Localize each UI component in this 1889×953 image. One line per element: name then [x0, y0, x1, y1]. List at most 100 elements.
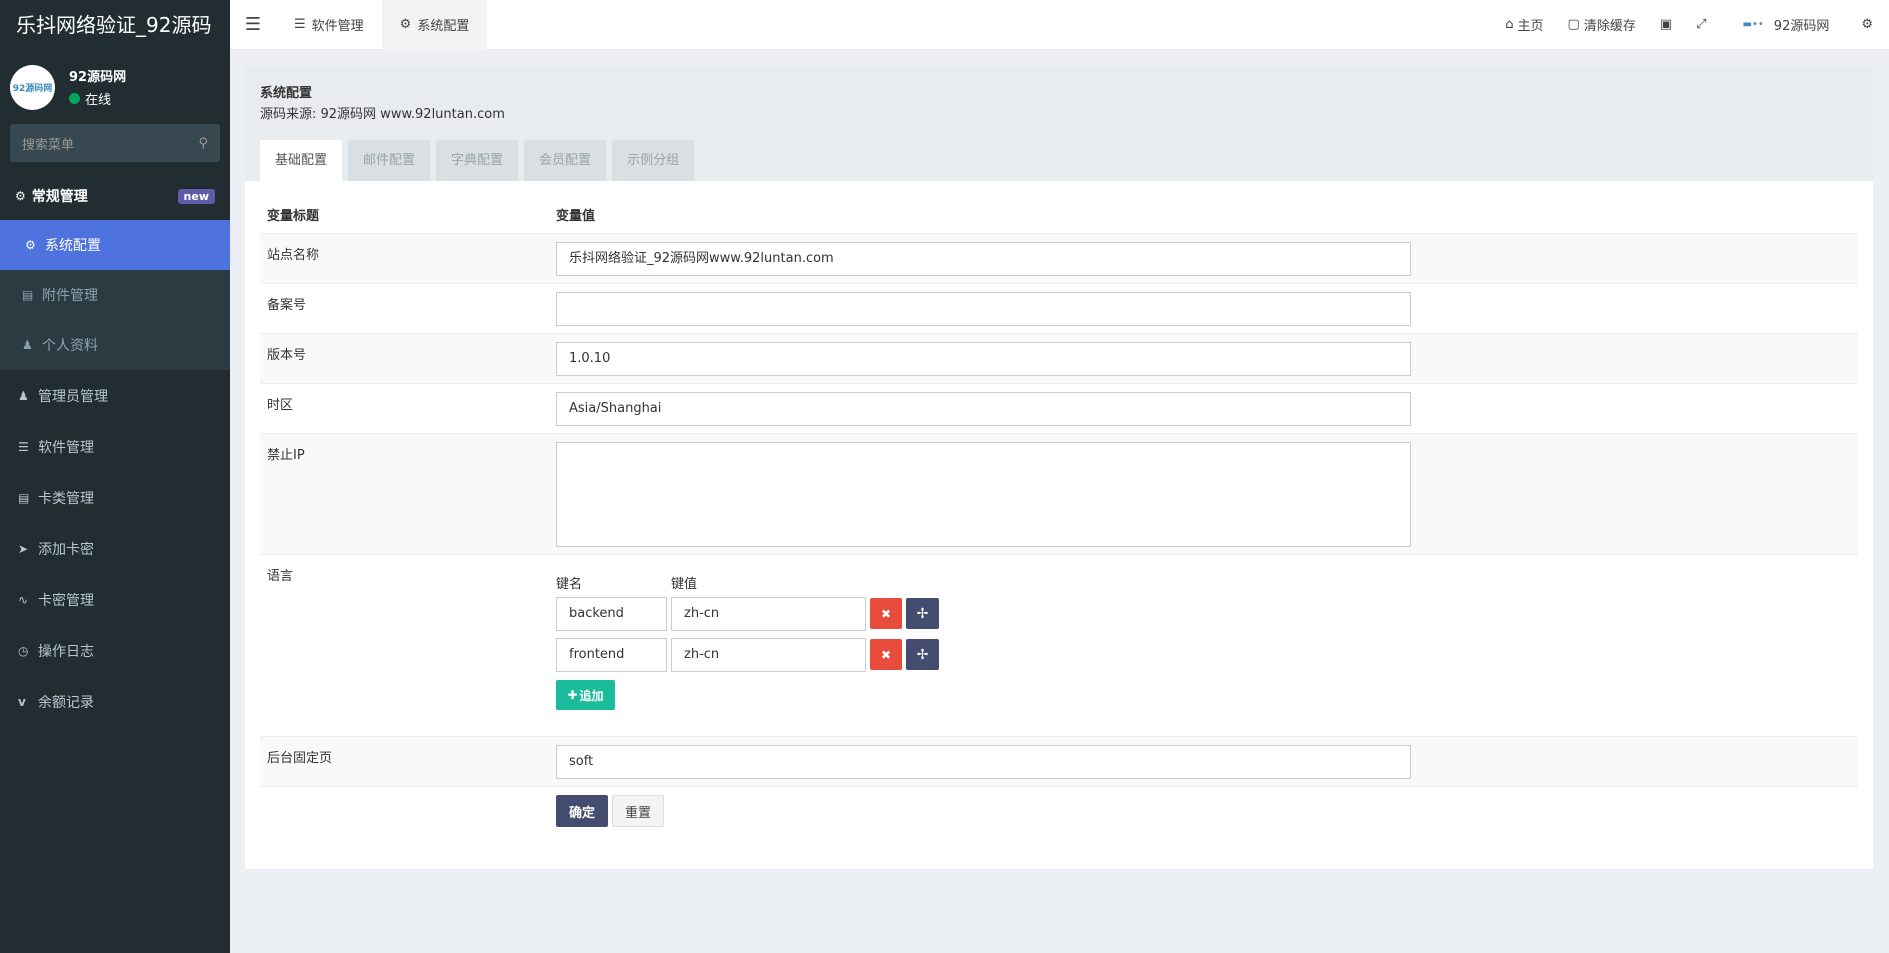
home-icon: ⌂	[1505, 17, 1514, 32]
remove-row-button[interactable]: ✖	[870, 598, 902, 629]
drag-row-button[interactable]: ✢	[906, 639, 939, 670]
form-actions: 确定 重置	[260, 786, 1858, 836]
card-list-icon: ▤	[18, 490, 30, 505]
tab-label: 软件管理	[311, 19, 364, 34]
home-label: 主页	[1517, 19, 1544, 34]
sidebar-item-label: 添加卡密	[38, 541, 94, 558]
sidebar-item-system-config[interactable]: ⚙ 系统配置	[0, 220, 230, 270]
field-label: 站点名称	[267, 248, 320, 263]
table-row: 站点名称 乐抖网络验证_92源码网www.92luntan.com	[260, 233, 1858, 283]
sidebar-item-card-manage[interactable]: ∿ 卡密管理	[0, 574, 230, 625]
append-row-button[interactable]: ✚ 追加	[556, 680, 615, 710]
append-label: 追加	[579, 688, 604, 703]
app-logo[interactable]: 乐抖网络验证_92源码	[0, 0, 230, 50]
table-row: 时区 Asia/Shanghai	[260, 383, 1858, 433]
table-row: 备案号	[260, 283, 1858, 333]
sidebar-submenu: ⚙ 系统配置 ▤ 附件管理 ♟ 个人资料	[0, 220, 230, 370]
sidebar-item-profile[interactable]: ♟ 个人资料	[0, 320, 230, 370]
forbidden-ip-textarea[interactable]	[556, 442, 1411, 547]
reset-button[interactable]: 重置	[612, 795, 664, 827]
sidebar-item-label: 余额记录	[38, 694, 94, 711]
paper-plane-icon: ➤	[18, 541, 29, 556]
vimeo-icon: v	[18, 694, 26, 709]
avatar: 92源码网	[10, 64, 55, 110]
key-value-header: 键值	[671, 577, 698, 592]
tab-software-manage[interactable]: ☰ 软件管理	[276, 0, 382, 50]
column-header-title: 变量标题	[267, 209, 320, 224]
table-header-row: 变量标题 变量值	[260, 181, 1858, 233]
settings-button[interactable]: ⚙	[1841, 17, 1889, 32]
tab-basic-config[interactable]: 基础配置	[260, 140, 343, 181]
field-label: 禁止IP	[267, 448, 305, 463]
confirm-button[interactable]: 确定	[556, 795, 608, 827]
trash-icon: ▢	[1567, 17, 1580, 32]
kv-key-input[interactable]: backend	[556, 597, 667, 631]
sidebar-item-software[interactable]: ☰ 软件管理	[0, 421, 230, 472]
gears-icon: ⚙	[1861, 17, 1873, 32]
gear-icon: ⚙	[399, 17, 412, 32]
user-icon: ♟	[22, 338, 33, 352]
close-icon: ✖	[880, 606, 892, 621]
new-badge: new	[177, 188, 215, 204]
table-row: 版本号 1.0.10	[260, 333, 1858, 383]
sidebar-item-label: 系统配置	[45, 238, 101, 254]
user-menu-label: 92源码网	[1773, 19, 1830, 34]
beian-input[interactable]	[556, 292, 1411, 326]
tab-dictionary-config[interactable]: 字典配置	[436, 140, 519, 181]
sidebar-item-add-card[interactable]: ➤ 添加卡密	[0, 523, 230, 574]
drag-row-button[interactable]: ✢	[906, 598, 939, 629]
page-subtitle: 源码来源: 92源码网 www.92luntan.com	[260, 107, 505, 122]
tab-system-config[interactable]: ⚙ 系统配置	[381, 0, 488, 50]
user-panel: 92源码网 92源码网 在线	[0, 50, 230, 124]
config-tabs: 基础配置 邮件配置 字典配置 会员配置 示例分组	[260, 140, 700, 181]
fixed-page-input[interactable]: soft	[556, 745, 1411, 779]
field-label: 语言	[267, 569, 294, 584]
page-title: 系统配置	[260, 86, 313, 101]
sidebar: 乐抖网络验证_92源码 92源码网 92源码网 在线 搜索菜单 ⚲ ⚙ 常规管理…	[0, 0, 230, 953]
clock-icon: ◷	[18, 643, 29, 658]
list-icon: ☰	[294, 17, 306, 32]
sidebar-item-label: 卡密管理	[38, 592, 94, 609]
sidebar-group-general[interactable]: ⚙ 常规管理 new	[0, 172, 230, 220]
sidebar-item-logs[interactable]: ◷ 操作日志	[0, 625, 230, 676]
plus-icon: ✚	[567, 688, 578, 702]
sidebar-item-admin[interactable]: ♟ 管理员管理	[0, 370, 230, 421]
user-menu[interactable]: ▬•• 92源码网	[1719, 15, 1842, 34]
top-navbar: ☰ ☰ 软件管理 ⚙ 系统配置 ⌂ 主页 ▢ 清除缓存 ▣ ⤢ ▬•• 92源码…	[230, 0, 1889, 50]
menu-search-input[interactable]: 搜索菜单 ⚲	[10, 124, 220, 162]
image-icon: ▤	[22, 288, 34, 302]
user-info: 92源码网 在线	[69, 66, 126, 108]
kv-value-input[interactable]: zh-cn	[671, 597, 866, 631]
clear-cache-button[interactable]: ▢ 清除缓存	[1556, 15, 1648, 34]
translate-button[interactable]: ▣	[1648, 17, 1684, 32]
search-icon[interactable]: ⚲	[198, 136, 208, 151]
kv-row: frontend zh-cn ✖ ✢	[556, 638, 939, 672]
content-header: 系统配置 源码来源: 92源码网 www.92luntan.com 基础配置 邮…	[245, 66, 1873, 181]
site-name-input[interactable]: 乐抖网络验证_92源码网www.92luntan.com	[556, 242, 1411, 276]
key-name-header: 键名	[556, 577, 583, 592]
tab-member-config[interactable]: 会员配置	[524, 140, 607, 181]
kv-value-input[interactable]: zh-cn	[671, 638, 866, 672]
sidebar-item-card-types[interactable]: ▤ 卡类管理	[0, 472, 230, 523]
top-right-menu: ⌂ 主页 ▢ 清除缓存 ▣ ⤢ ▬•• 92源码网 ⚙	[1493, 0, 1889, 50]
remove-row-button[interactable]: ✖	[870, 639, 902, 670]
tab-example-group[interactable]: 示例分组	[612, 140, 695, 181]
sidebar-toggle-icon[interactable]: ☰	[230, 14, 276, 35]
gears-icon: ⚙	[15, 189, 26, 203]
field-label: 时区	[267, 398, 294, 413]
version-input[interactable]: 1.0.10	[556, 342, 1411, 376]
field-label: 后台固定页	[267, 751, 333, 766]
sidebar-item-attachments[interactable]: ▤ 附件管理	[0, 270, 230, 320]
kv-key-input[interactable]: frontend	[556, 638, 667, 672]
timezone-input[interactable]: Asia/Shanghai	[556, 392, 1411, 426]
field-label: 备案号	[267, 298, 307, 313]
close-icon: ✖	[880, 647, 892, 662]
menu-search-placeholder: 搜索菜单	[22, 137, 75, 153]
home-link[interactable]: ⌂ 主页	[1493, 15, 1555, 34]
fullscreen-button[interactable]: ⤢	[1684, 17, 1718, 32]
tab-email-config[interactable]: 邮件配置	[348, 140, 431, 181]
user-icon: ♟	[18, 388, 29, 403]
sidebar-item-balance[interactable]: v 余额记录	[0, 676, 230, 727]
user-name: 92源码网	[69, 70, 127, 85]
user-status-text: 在线	[85, 93, 112, 108]
